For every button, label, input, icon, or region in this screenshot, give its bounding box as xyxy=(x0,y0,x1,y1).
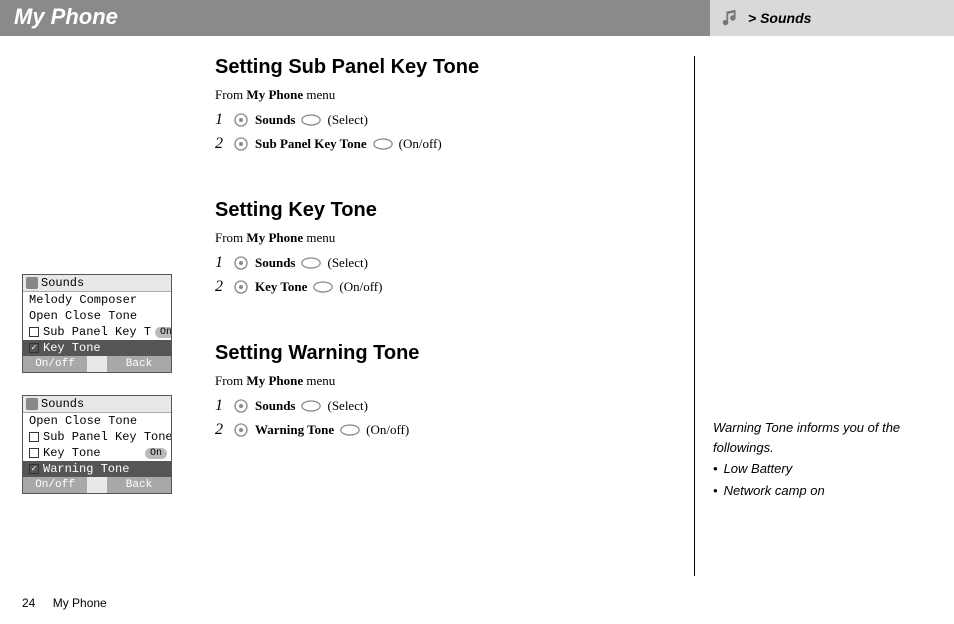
breadcrumb: > Sounds xyxy=(710,0,954,36)
select-key-icon xyxy=(301,114,321,126)
step-number: 1 xyxy=(215,254,227,272)
section-heading: Setting Key Tone xyxy=(215,199,674,222)
step-action: (On/off) xyxy=(366,422,409,438)
select-key-icon xyxy=(373,138,393,150)
softkey-middle xyxy=(87,356,107,372)
phone-menu-item: Open Close Tone xyxy=(23,308,171,324)
phone-menu-item-selected: ✓ Key Tone xyxy=(23,340,171,356)
step-action: (Select) xyxy=(327,398,367,414)
step: 2 Warning Tone (On/off) xyxy=(215,421,674,439)
section-sub-panel-key-tone: Setting Sub Panel Key Tone From My Phone… xyxy=(215,56,674,153)
phone-menu-item: Melody Composer xyxy=(23,292,171,308)
phone-softkeys: On/off Back xyxy=(23,356,171,372)
softkey-left: On/off xyxy=(23,477,87,493)
checkbox-icon xyxy=(29,327,39,337)
left-column: Sounds Melody Composer Open Close Tone S… xyxy=(0,56,215,576)
step-label: Sub Panel Key Tone xyxy=(255,136,367,152)
section-key-tone: Setting Key Tone From My Phone menu 1 So… xyxy=(215,199,674,296)
nav-key-icon xyxy=(233,398,249,414)
step: 2 Key Tone (On/off) xyxy=(215,278,674,296)
phone-menu-item: Sub Panel Key T On xyxy=(23,324,171,340)
nav-key-icon xyxy=(233,255,249,271)
sounds-icon xyxy=(26,277,38,289)
footer-label: My Phone xyxy=(53,596,107,610)
phone-menu-item: Open Close Tone xyxy=(23,413,171,429)
nav-key-icon xyxy=(233,136,249,152)
phone-screenshot-key-tone: Sounds Melody Composer Open Close Tone S… xyxy=(22,274,172,373)
step-action: (Select) xyxy=(327,112,367,128)
select-key-icon xyxy=(301,257,321,269)
step: 1 Sounds (Select) xyxy=(215,254,674,272)
section-warning-tone: Setting Warning Tone From My Phone menu … xyxy=(215,342,674,439)
phone-title-text: Sounds xyxy=(41,397,84,411)
nav-key-icon xyxy=(233,112,249,128)
step-action: (On/off) xyxy=(399,136,442,152)
checkbox-checked-icon: ✓ xyxy=(29,464,39,474)
select-key-icon xyxy=(313,281,333,293)
phone-menu-item: Sub Panel Key Tone xyxy=(23,429,171,445)
page-number: 24 xyxy=(22,596,35,610)
breadcrumb-prefix: > xyxy=(748,10,756,26)
phone-menu-item: Key Tone On xyxy=(23,445,171,461)
step-number: 2 xyxy=(215,135,227,153)
step-number: 1 xyxy=(215,111,227,129)
phone-screenshot-warning-tone: Sounds Open Close Tone Sub Panel Key Ton… xyxy=(22,395,172,494)
status-badge: On xyxy=(155,327,171,338)
step-label: Warning Tone xyxy=(255,422,334,438)
checkbox-checked-icon: ✓ xyxy=(29,343,39,353)
phone-title-bar: Sounds xyxy=(23,396,171,413)
breadcrumb-label: Sounds xyxy=(760,10,811,26)
softkey-right: Back xyxy=(107,356,171,372)
page-footer: 24 My Phone xyxy=(22,596,107,610)
page-body: Sounds Melody Composer Open Close Tone S… xyxy=(0,36,954,576)
step-number: 2 xyxy=(215,278,227,296)
select-key-icon xyxy=(301,400,321,412)
step-label: Sounds xyxy=(255,112,295,128)
step: 1 Sounds (Select) xyxy=(215,397,674,415)
main-column: Setting Sub Panel Key Tone From My Phone… xyxy=(215,56,695,576)
from-line: From My Phone menu xyxy=(215,87,674,103)
nav-key-icon xyxy=(233,279,249,295)
section-heading: Setting Sub Panel Key Tone xyxy=(215,56,674,79)
step: 2 Sub Panel Key Tone (On/off) xyxy=(215,135,674,153)
step-action: (Select) xyxy=(327,255,367,271)
section-heading: Setting Warning Tone xyxy=(215,342,674,365)
phone-title-text: Sounds xyxy=(41,276,84,290)
step-number: 1 xyxy=(215,397,227,415)
page-title: My Phone xyxy=(0,0,710,36)
phone-menu-item-selected: ✓ Warning Tone xyxy=(23,461,171,477)
sidebar-bullet: •Network camp on xyxy=(713,481,917,501)
sidebar-bullet: •Low Battery xyxy=(713,459,917,479)
softkey-left: On/off xyxy=(23,356,87,372)
from-line: From My Phone menu xyxy=(215,230,674,246)
sidebar-note: Warning Tone informs you of the followin… xyxy=(713,418,917,500)
step-label: Sounds xyxy=(255,398,295,414)
step-label: Key Tone xyxy=(255,279,307,295)
checkbox-icon xyxy=(29,448,39,458)
step: 1 Sounds (Select) xyxy=(215,111,674,129)
phone-softkeys: On/off Back xyxy=(23,477,171,493)
sidebar-intro: Warning Tone informs you of the followin… xyxy=(713,418,917,457)
step-number: 2 xyxy=(215,421,227,439)
music-notes-icon xyxy=(720,7,742,29)
step-action: (On/off) xyxy=(339,279,382,295)
from-line: From My Phone menu xyxy=(215,373,674,389)
softkey-middle xyxy=(87,477,107,493)
sidebar-column: Warning Tone informs you of the followin… xyxy=(695,56,935,576)
checkbox-icon xyxy=(29,432,39,442)
status-badge: On xyxy=(145,448,167,459)
page-header: My Phone > Sounds xyxy=(0,0,954,36)
step-label: Sounds xyxy=(255,255,295,271)
sounds-icon xyxy=(26,398,38,410)
phone-title-bar: Sounds xyxy=(23,275,171,292)
select-key-icon xyxy=(340,424,360,436)
softkey-right: Back xyxy=(107,477,171,493)
nav-key-icon xyxy=(233,422,249,438)
